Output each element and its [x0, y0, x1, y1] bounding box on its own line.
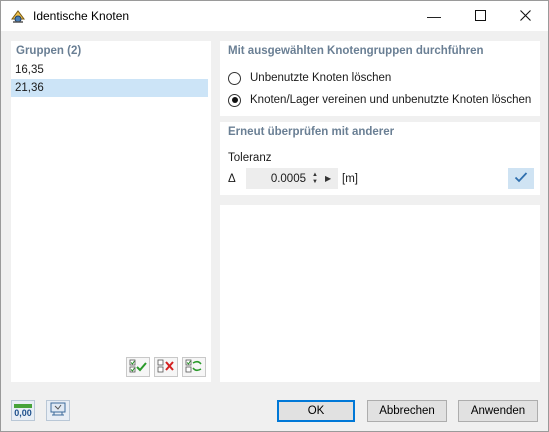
view-settings-icon	[49, 401, 67, 420]
select-all-icon	[129, 359, 147, 376]
preview-panel	[220, 205, 540, 382]
minimize-button[interactable]: —	[411, 1, 457, 31]
radio-label: Knoten/Lager vereinen und unbenutzte Kno…	[250, 94, 532, 106]
apply-recheck-button[interactable]	[508, 168, 534, 189]
spin-buttons[interactable]: ▲ ▼	[310, 172, 320, 186]
tolerance-value[interactable]: 0.0005	[246, 173, 310, 185]
decimal-places-button[interactable]: 0,00	[11, 400, 35, 421]
select-all-button[interactable]	[126, 357, 150, 377]
spin-up-icon[interactable]: ▲	[312, 172, 318, 179]
apply-button[interactable]: Anwenden	[458, 400, 538, 422]
arrow-right-icon[interactable]: ▶	[325, 174, 331, 183]
dialog-window: Identische Knoten — Gruppen (2) 16,35 21…	[0, 0, 549, 432]
maximize-icon	[474, 8, 486, 24]
list-item[interactable]: 16,35	[11, 61, 208, 79]
cancel-button[interactable]: Abbrechen	[367, 400, 447, 422]
action-section-title: Mit ausgewählten Knotengruppen durchführ…	[228, 45, 484, 57]
toggle-selection-icon	[185, 359, 203, 376]
radio-delete-unused[interactable]: Unbenutzte Knoten löschen	[228, 70, 391, 86]
recheck-section-title: Erneut überprüfen mit anderer	[228, 126, 395, 138]
list-toolbar	[126, 357, 206, 377]
close-button[interactable]	[502, 1, 548, 31]
list-item-label: 16,35	[15, 64, 44, 76]
list-item[interactable]: 21,36	[11, 79, 208, 97]
recheck-panel: Erneut überprüfen mit anderer Toleranz Δ…	[220, 122, 540, 195]
radio-merge-nodes[interactable]: Knoten/Lager vereinen und unbenutzte Kno…	[228, 92, 531, 108]
tolerance-label: Toleranz	[228, 152, 272, 164]
minimize-icon: —	[427, 8, 441, 24]
view-settings-button[interactable]	[46, 400, 70, 421]
radio-label: Unbenutzte Knoten löschen	[250, 72, 392, 84]
ok-button[interactable]: OK	[277, 400, 355, 422]
tolerance-input[interactable]: 0.0005 ▲ ▼ ▶	[246, 168, 338, 189]
checkmark-icon	[514, 171, 528, 186]
spin-down-icon[interactable]: ▼	[312, 179, 318, 186]
delta-label: Δ	[228, 173, 236, 185]
close-icon	[519, 8, 531, 24]
unit-label: [m]	[342, 173, 358, 185]
title-bar: Identische Knoten —	[1, 1, 548, 31]
node-tool-icon	[10, 8, 26, 24]
decimal-places-icon: 0,00	[14, 404, 32, 418]
deselect-all-button[interactable]	[154, 357, 178, 377]
maximize-button[interactable]	[457, 1, 503, 31]
groups-header: Gruppen (2)	[16, 45, 82, 57]
action-panel: Mit ausgewählten Knotengruppen durchführ…	[220, 41, 540, 116]
deselect-all-icon	[157, 359, 175, 376]
toggle-selection-button[interactable]	[182, 357, 206, 377]
window-title: Identische Knoten	[33, 9, 130, 23]
radio-button[interactable]	[228, 93, 241, 107]
groups-panel: Gruppen (2) 16,35 21,36	[11, 41, 211, 382]
radio-button[interactable]	[228, 71, 241, 85]
list-item-label: 21,36	[15, 82, 44, 94]
